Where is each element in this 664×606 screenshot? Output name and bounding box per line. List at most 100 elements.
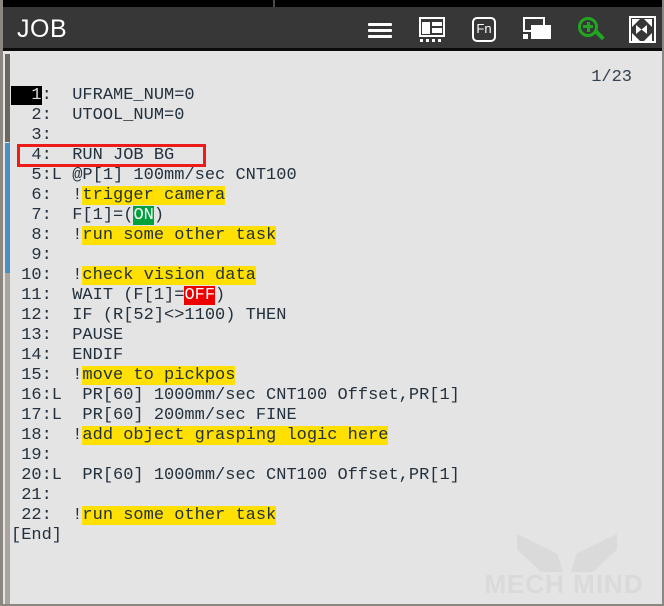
mech-mind-watermark-text: MECH MIND: [484, 569, 644, 599]
line-separator: :: [41, 106, 52, 125]
line-separator: :: [41, 286, 52, 305]
line-code: PAUSE: [51, 326, 124, 345]
program-line[interactable]: 14: ENDIF: [11, 346, 661, 366]
title-bar: JOB Fn: [3, 7, 662, 51]
program-line[interactable]: 1: UFRAME_NUM=0: [11, 86, 661, 106]
line-separator: :: [41, 126, 52, 145]
line-separator: :: [41, 326, 52, 345]
program-line[interactable]: 5:L @P[1] 100mm/sec CNT100: [11, 166, 661, 186]
line-separator: :: [41, 186, 52, 205]
line-code-tail: ): [153, 206, 165, 225]
line-number: 22: [11, 506, 42, 525]
teach-pendant-screen: JOB Fn 1/23 1: UFRAME_NUM=0 2: UTOOL_NUM…: [0, 0, 664, 606]
line-code: PR[60] 200mm/sec FINE: [62, 406, 297, 425]
line-number: 6: [11, 186, 42, 205]
program-line[interactable]: 11: WAIT (F[1]=OFF): [11, 286, 661, 306]
line-code: ENDIF: [51, 346, 124, 365]
top-black-strip: [3, 0, 662, 7]
program-line[interactable]: 22: !run some other task: [11, 506, 661, 526]
line-number: 15: [11, 366, 42, 385]
program-line[interactable]: 21:: [11, 486, 661, 506]
line-number: 13: [11, 326, 42, 345]
page-title: JOB: [17, 15, 68, 43]
line-number: 10: [11, 266, 42, 285]
windows-switch-icon[interactable]: [521, 16, 553, 44]
line-code: !: [51, 426, 83, 445]
signal-off-highlight: OFF: [184, 286, 216, 305]
signal-on-highlight: ON: [133, 206, 154, 225]
line-code: RUN JOB BG: [51, 146, 175, 165]
program-line[interactable]: 9:: [11, 246, 661, 266]
line-separator: :: [41, 366, 52, 385]
line-code-tail: ): [215, 286, 226, 305]
program-line[interactable]: 15: !move to pickpos: [11, 366, 661, 386]
program-line[interactable]: 12: IF (R[52]<>1100) THEN: [11, 306, 661, 326]
line-separator: :: [41, 246, 52, 265]
line-separator: :: [41, 346, 52, 365]
fullscreen-icon[interactable]: [627, 16, 657, 44]
line-number: 11: [11, 286, 42, 305]
scrollbar-track-lower[interactable]: [5, 273, 10, 604]
line-number: 16: [11, 386, 42, 405]
program-line[interactable]: 7: F[1]=(ON): [11, 206, 661, 226]
comment-highlight: add object grasping logic here: [82, 426, 389, 445]
line-code: !: [51, 226, 83, 245]
scrollbar-thumb[interactable]: [5, 143, 10, 273]
line-separator: :: [41, 226, 52, 245]
line-separator: :: [41, 306, 52, 325]
titlebar-underline: [3, 48, 662, 51]
vertical-scrollbar[interactable]: [4, 54, 10, 604]
program-line[interactable]: 20:L PR[60] 1000mm/sec CNT100 Offset,PR[…: [11, 466, 661, 486]
line-separator: :: [41, 206, 52, 225]
program-line[interactable]: 2: UTOOL_NUM=0: [11, 106, 661, 126]
top-strip-divider: [273, 0, 275, 7]
program-line[interactable]: 8: !run some other task: [11, 226, 661, 246]
line-number-cursor: 1: [11, 86, 42, 105]
line-number: 4: [11, 146, 42, 165]
program-line[interactable]: 17:L PR[60] 200mm/sec FINE: [11, 406, 661, 426]
line-separator: :: [41, 86, 52, 105]
line-separator: :: [41, 426, 52, 445]
line-code: F[1]=(: [51, 206, 134, 225]
line-number: 12: [11, 306, 42, 325]
comment-highlight: run some other task: [82, 226, 277, 245]
fn-key-icon[interactable]: Fn: [469, 16, 499, 44]
line-code: !: [51, 366, 83, 385]
line-code: !: [51, 266, 83, 285]
program-line[interactable]: 6: !trigger camera: [11, 186, 661, 206]
program-line[interactable]: 18: !add object grasping logic here: [11, 426, 661, 446]
line-code: UTOOL_NUM=0: [51, 106, 185, 125]
hamburger-menu-icon[interactable]: [365, 15, 395, 45]
layout-view-icon[interactable]: [417, 16, 447, 44]
comment-highlight: trigger camera: [82, 186, 226, 205]
line-separator: :: [41, 506, 52, 525]
program-line[interactable]: 16:L PR[60] 1000mm/sec CNT100 Offset,PR[…: [11, 386, 661, 406]
line-separator: :: [41, 146, 52, 165]
line-number: 7: [11, 206, 42, 225]
fn-key-label: Fn: [476, 21, 492, 36]
line-separator: :L: [41, 466, 63, 485]
line-code: PR[60] 1000mm/sec CNT100 Offset,PR[1]: [62, 386, 460, 405]
line-separator: :: [41, 486, 52, 505]
line-code: PR[60] 1000mm/sec CNT100 Offset,PR[1]: [62, 466, 460, 485]
program-line[interactable]: 13: PAUSE: [11, 326, 661, 346]
line-code: @P[1] 100mm/sec CNT100: [62, 166, 297, 185]
program-line[interactable]: 10: !check vision data: [11, 266, 661, 286]
line-number: 2: [11, 106, 42, 125]
line-number: 5: [11, 166, 42, 185]
line-number: 14: [11, 346, 42, 365]
line-number: 8: [11, 226, 42, 245]
program-line[interactable]: 3:: [11, 126, 661, 146]
line-separator: :: [41, 266, 52, 285]
line-number: 19: [11, 446, 42, 465]
line-number: 17: [11, 406, 42, 425]
program-code-listing[interactable]: 1: UFRAME_NUM=0 2: UTOOL_NUM=0 3: 4: RUN…: [11, 86, 661, 546]
scrollbar-track-upper[interactable]: [5, 54, 10, 142]
comment-highlight: run some other task: [82, 506, 277, 525]
page-indicator: 1/23: [591, 68, 632, 87]
line-code: !: [51, 506, 83, 525]
program-line[interactable]: 4: RUN JOB BG: [11, 144, 661, 167]
zoom-in-icon[interactable]: [575, 15, 605, 45]
titlebar-icon-group: Fn: [365, 11, 657, 49]
program-line[interactable]: 19:: [11, 446, 661, 466]
